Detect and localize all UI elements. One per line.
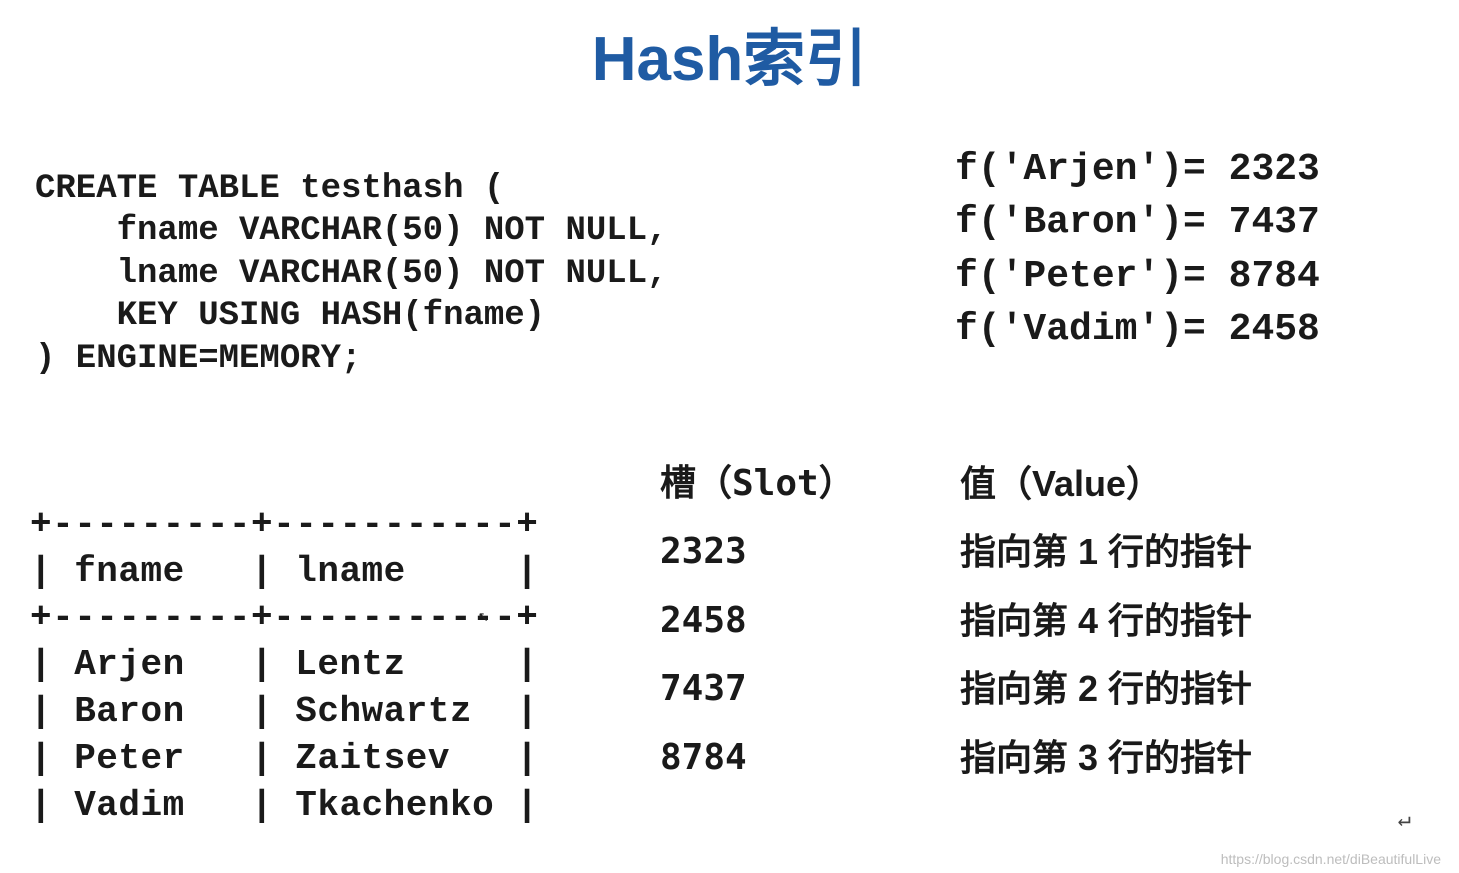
value-cell: 指向第 4 行的指针 [960, 587, 1252, 655]
hash-line: f('Vadim')= 2458 [955, 308, 1320, 351]
sql-create-block: CREATE TABLE testhash ( fname VARCHAR(50… [35, 125, 668, 380]
slot-header: 槽（Slot） [660, 450, 960, 518]
table-border: +---------+-----------+ [30, 504, 538, 545]
sql-line: CREATE TABLE testhash ( [35, 170, 504, 208]
hash-line: f('Peter')= 8784 [955, 255, 1320, 298]
cursor-icon: ↖ [478, 605, 489, 627]
table-border: +---------+-----------+ [30, 597, 538, 638]
data-table: +---------+-----------+ | fname | lname … [30, 455, 538, 829]
value-cell: 指向第 3 行的指针 [960, 724, 1252, 792]
hash-line: f('Arjen')= 2323 [955, 148, 1320, 191]
slot-cell: 2323 [660, 518, 960, 586]
sql-line: lname VARCHAR(50) NOT NULL, [35, 255, 668, 293]
table-row: | Peter | Zaitsev | [30, 738, 538, 779]
sql-line: ) ENGINE=MEMORY; [35, 340, 361, 378]
value-header: 值（Value） [960, 450, 1162, 518]
value-cell: 指向第 1 行的指针 [960, 518, 1252, 586]
slot-cell: 8784 [660, 724, 960, 792]
table-header: | fname | lname | [30, 551, 538, 592]
sql-line: fname VARCHAR(50) NOT NULL, [35, 212, 668, 250]
table-row: | Vadim | Tkachenko | [30, 785, 538, 826]
page-title: Hash索引 [0, 0, 1459, 98]
table-row: | Baron | Schwartz | [30, 691, 538, 732]
slot-value-table: 槽（Slot） 值（Value） 2323 指向第 1 行的指针 2458 指向… [660, 450, 1252, 792]
table-row: | Arjen | Lentz | [30, 644, 538, 685]
value-cell: 指向第 2 行的指针 [960, 655, 1252, 723]
sql-line: KEY USING HASH(fname) [35, 297, 545, 335]
slot-cell: 2458 [660, 587, 960, 655]
hash-line: f('Baron')= 7437 [955, 201, 1320, 244]
hash-function-block: f('Arjen')= 2323 f('Baron')= 7437 f('Pet… [955, 90, 1320, 356]
return-icon: ↵ [1398, 807, 1411, 833]
slot-cell: 7437 [660, 655, 960, 723]
watermark: https://blog.csdn.net/diBeautifulLive [1221, 851, 1441, 867]
